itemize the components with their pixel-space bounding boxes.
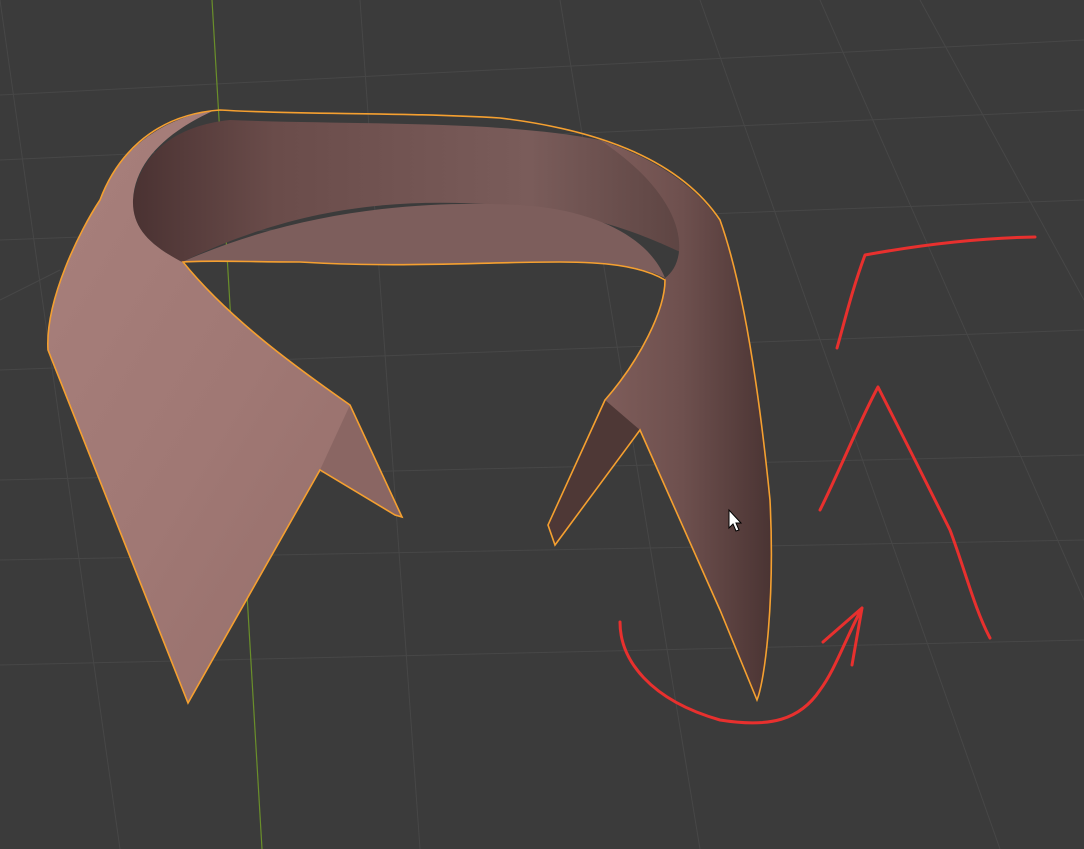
collar-mesh[interactable]: [47, 109, 773, 705]
annotation-corner-stroke: [835, 235, 1037, 350]
annotation-peak-stroke: [818, 385, 992, 640]
3d-viewport[interactable]: [0, 0, 1084, 849]
viewport-canvas[interactable]: [0, 0, 1084, 849]
collar-right-tip-inner: [548, 400, 640, 545]
